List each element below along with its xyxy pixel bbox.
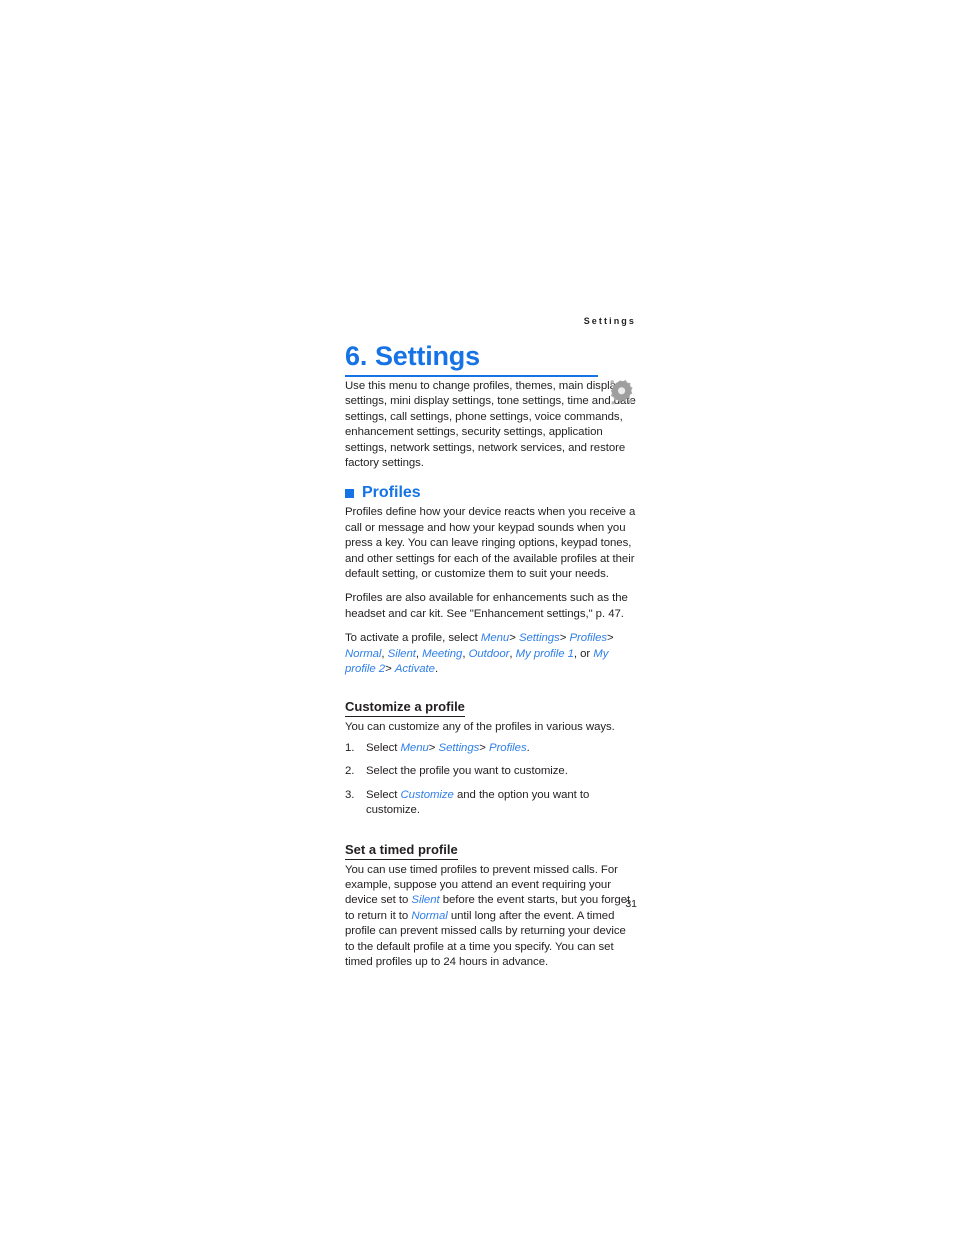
page-title: 6. Settings	[345, 341, 637, 371]
ui-path-profiles[interactable]: Profiles	[489, 742, 527, 754]
timed-profile-paragraph: You can use timed profiles to prevent mi…	[345, 863, 637, 971]
customize-intro: You can customize any of the profiles in…	[345, 720, 615, 733]
subheading-set-a-timed-profile: Set a timed profile	[345, 841, 458, 860]
customize-steps-list: 1. Select Menu> Settings> Profiles. 2. S…	[345, 741, 637, 819]
ui-path-menu[interactable]: Menu	[481, 632, 509, 644]
ui-profile-normal[interactable]: Normal	[411, 910, 447, 922]
running-head: Settings	[583, 316, 636, 326]
intro-paragraph: Use this menu to change profiles, themes…	[345, 380, 636, 470]
activate-lead: To activate a profile, select	[345, 632, 478, 645]
comma: ,	[381, 647, 385, 660]
comma: ,	[415, 647, 419, 660]
comma: ,	[462, 647, 466, 660]
step-lead: Select	[366, 788, 398, 801]
step-number: 1.	[345, 741, 355, 754]
subheading-customize-wrap: Customize a profile	[345, 684, 637, 720]
step-number: 2.	[345, 765, 355, 778]
subheading-timed-wrap: Set a timed profile	[345, 827, 637, 863]
ui-action-customize[interactable]: Customize	[400, 789, 453, 801]
profiles-paragraph-1: Profiles define how your device reacts w…	[345, 506, 636, 581]
ui-profile-silent[interactable]: Silent	[388, 648, 416, 660]
path-separator: >	[509, 632, 516, 645]
step-lead: Select	[366, 741, 398, 754]
chapter-header: 6. Settings	[345, 341, 637, 405]
title-divider	[345, 375, 598, 377]
subheading-customize-a-profile: Customize a profile	[345, 698, 465, 717]
gear-icon	[606, 379, 634, 409]
step-number: 3.	[345, 788, 355, 801]
square-bullet-icon	[345, 489, 354, 499]
document-page: Settings 6. Settings Use this menu to ch…	[0, 0, 954, 1235]
ui-profile-normal[interactable]: Normal	[345, 648, 381, 660]
period: .	[434, 663, 439, 676]
ui-path-settings[interactable]: Settings	[439, 742, 480, 754]
ui-path-profiles[interactable]: Profiles	[569, 632, 607, 644]
list-item: 3. Select Customize and the option you w…	[345, 788, 637, 819]
period: .	[526, 741, 530, 754]
ui-path-menu[interactable]: Menu	[400, 742, 428, 754]
step-text: Select the profile you want to customize…	[366, 765, 568, 778]
ui-path-settings[interactable]: Settings	[519, 632, 560, 644]
ui-profile-outdoor[interactable]: Outdoor	[469, 648, 510, 660]
list-item: 1. Select Menu> Settings> Profiles.	[345, 741, 637, 756]
path-separator: >	[385, 663, 392, 676]
section-heading-profiles: Profiles	[345, 483, 637, 502]
path-separator: >	[559, 632, 567, 645]
profiles-activate-paragraph: To activate a profile, select Menu> Sett…	[345, 631, 637, 677]
page-number: 31	[625, 898, 637, 910]
ui-action-activate[interactable]: Activate	[395, 663, 435, 675]
comma: ,	[509, 647, 513, 660]
text-column: Settings 6. Settings Use this menu to ch…	[345, 314, 637, 979]
ui-profile-my-profile-1[interactable]: My profile 1	[516, 648, 574, 660]
path-separator: >	[479, 741, 486, 754]
ui-profile-meeting[interactable]: Meeting	[422, 648, 462, 660]
section-heading-label: Profiles	[362, 484, 421, 502]
list-item: 2. Select the profile you want to custom…	[345, 764, 637, 779]
profiles-paragraph-2: Profiles are also available for enhancem…	[345, 592, 628, 620]
or-label: , or	[573, 647, 591, 660]
path-separator: >	[607, 632, 614, 645]
path-separator: >	[428, 741, 436, 754]
chapter-title-text: Settings	[375, 341, 480, 371]
chapter-number: 6.	[345, 341, 368, 371]
